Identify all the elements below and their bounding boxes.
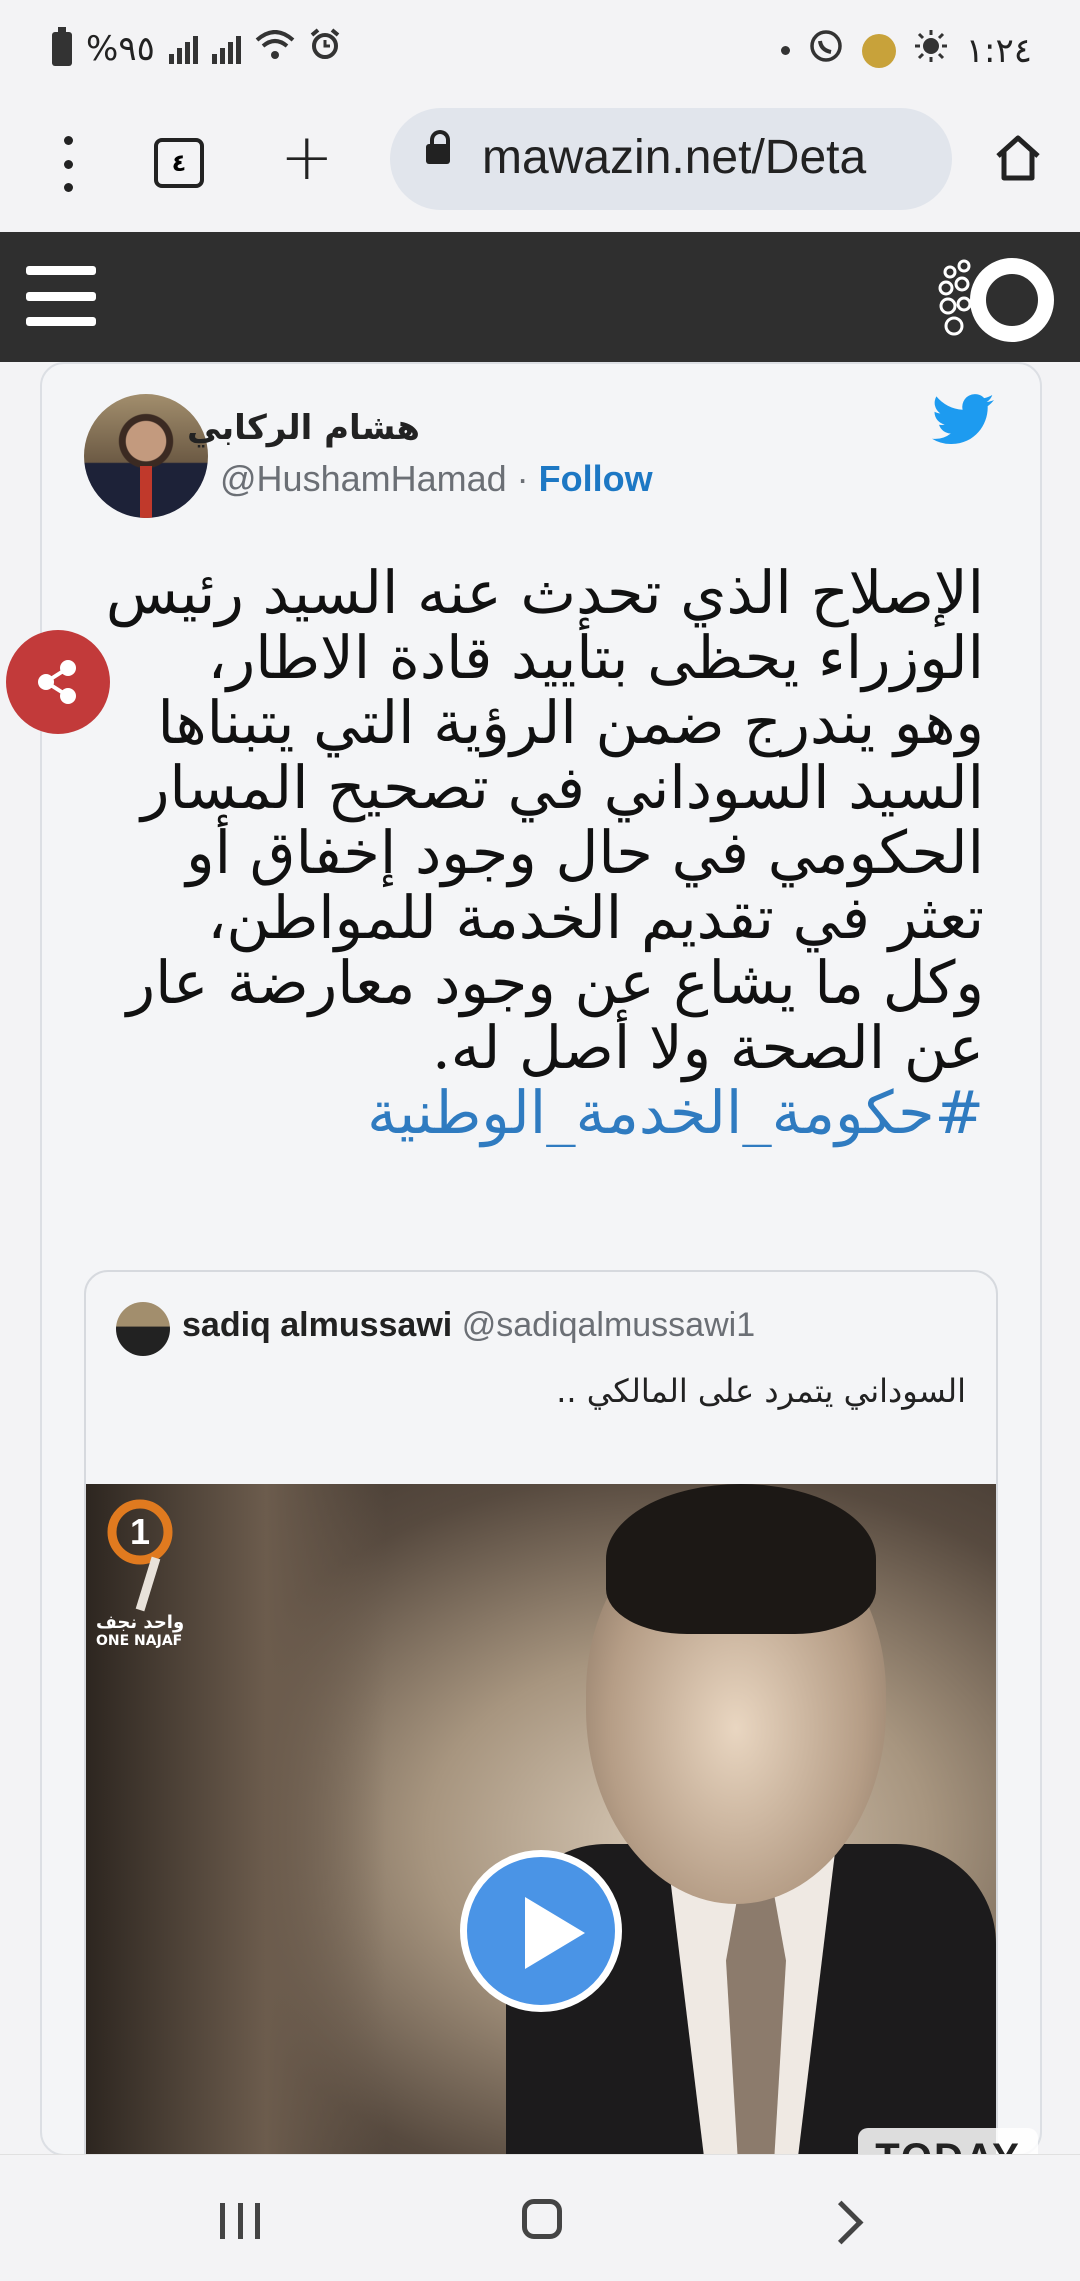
clock-time: ١:٢٤ — [965, 30, 1032, 71]
channel-logo-icon: 1 — [100, 1498, 180, 1628]
url-text[interactable]: mawazin.net/Deta — [482, 130, 866, 185]
tab-switcher-button[interactable]: ٤ — [154, 138, 204, 188]
status-left: %٩٥ — [52, 26, 341, 69]
whatsapp-icon — [808, 28, 844, 73]
quoted-author-handle[interactable]: @sadiqalmussawi1 — [462, 1306, 755, 1344]
site-header — [0, 232, 1080, 362]
quoted-author-line: sadiq almussawi @sadiqalmussawi1 — [182, 1306, 755, 1345]
tweet-author-line: @HushamHamad · Follow — [220, 458, 653, 500]
quoted-author-name[interactable]: sadiq almussawi — [182, 1306, 452, 1344]
new-tab-button[interactable]: + — [280, 126, 334, 190]
recent-apps-button[interactable] — [220, 2203, 260, 2239]
share-button[interactable] — [6, 630, 110, 734]
tweet-author-handle[interactable]: @HushamHamad — [220, 458, 507, 499]
tab-count: ٤ — [171, 149, 187, 177]
tweet-text: الإصلاح الذي تحدث عنه السيد رئيس الوزراء… — [100, 560, 984, 1145]
video-thumbnail[interactable]: 1 واحد نجف ONE NAJAF — [86, 1484, 996, 2154]
lock-icon[interactable] — [426, 130, 450, 164]
status-bar: %٩٥ ١:٢٤ — [0, 0, 1080, 100]
share-icon — [38, 660, 76, 704]
address-bar[interactable]: mawazin.net/Deta — [390, 108, 952, 210]
alarm-icon — [309, 28, 341, 69]
battery-icon — [52, 26, 72, 66]
embedded-tweet[interactable]: هشام الركابي @HushamHamad · Follow الإصل… — [40, 362, 1042, 2156]
svg-text:1: 1 — [130, 1511, 150, 1552]
notification-dot-icon — [780, 46, 790, 55]
handle-separator: · — [506, 458, 539, 499]
status-right: ١:٢٤ — [780, 28, 1032, 73]
quoted-tweet[interactable]: sadiq almussawi @sadiqalmussawi1 السودان… — [84, 1270, 998, 2154]
brightness-icon — [914, 29, 948, 72]
quoted-avatar[interactable] — [116, 1302, 170, 1356]
home-icon — [996, 135, 1040, 181]
signal-icon — [211, 34, 241, 64]
quoted-tweet-text: السوداني يتمرد على المالكي .. — [556, 1372, 966, 1410]
signal-icon — [168, 34, 198, 64]
system-navigation-bar — [0, 2154, 1080, 2281]
play-button-icon[interactable] — [460, 1850, 622, 2012]
browser-menu-icon[interactable] — [62, 136, 74, 192]
wifi-icon — [255, 29, 295, 69]
follow-link[interactable]: Follow — [539, 458, 653, 499]
back-nav-button[interactable] — [819, 2200, 864, 2245]
tweet-body: الإصلاح الذي تحدث عنه السيد رئيس الوزراء… — [105, 558, 984, 1082]
home-button[interactable] — [994, 134, 1042, 182]
twitter-bird-icon[interactable] — [932, 394, 996, 446]
home-nav-button[interactable] — [522, 2199, 562, 2239]
channel-logo-text: واحد نجف ONE NAJAF — [96, 1612, 185, 1649]
app-notification-icon — [861, 33, 896, 68]
site-menu-icon[interactable] — [26, 266, 96, 326]
tweet-author-name[interactable]: هشام الركابي — [187, 408, 420, 448]
site-logo[interactable] — [920, 252, 1060, 348]
video-figure-hair — [606, 1484, 876, 1634]
browser-toolbar: ٤ + mawazin.net/Deta — [0, 100, 1080, 230]
battery-percent: %٩٥ — [86, 28, 155, 69]
hashtag-link[interactable]: #حكومة_الخدمة_الوطنية — [367, 1078, 984, 1147]
